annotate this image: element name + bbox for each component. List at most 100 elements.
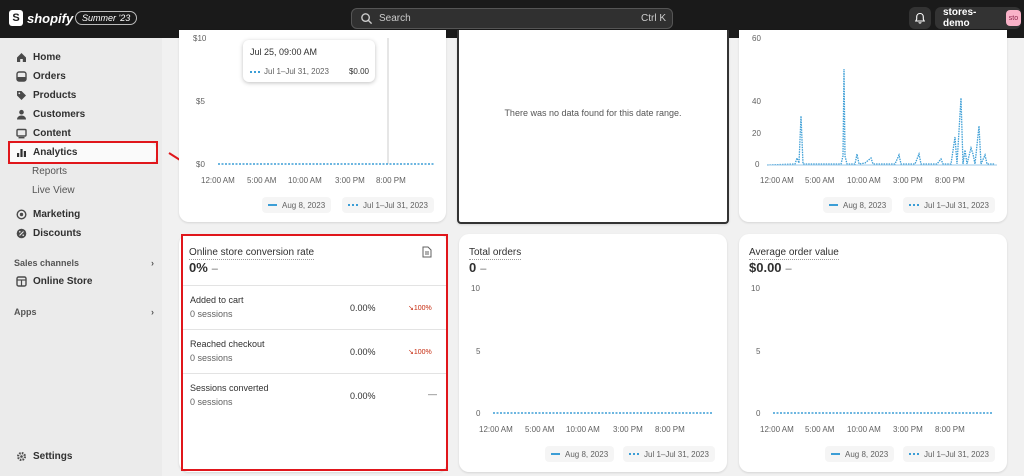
legend-label: Aug 8, 2023 [565,449,609,459]
search-placeholder: Search [379,13,411,24]
x-tick: 3:00 PM [613,425,643,434]
x-tick: 3:00 PM [335,176,365,185]
sidebar-item-label: Settings [33,451,73,462]
y-tick: 5 [476,347,481,356]
sessions-chart-plot [766,68,997,166]
chart-tooltip: Jul 25, 09:00 AM Jul 1–Jul 31, 2023 $0.0… [243,40,375,82]
y-tick: $0 [196,160,205,169]
sidebar-item-label: Orders [33,71,66,82]
aov-chart-plot [773,412,993,414]
chevron-right-icon: › [151,307,154,317]
chevron-right-icon: › [151,258,154,268]
sidebar-subitem-label: Reports [32,166,68,177]
no-data-message: There was no data found for this date ra… [504,108,682,118]
legend-current[interactable]: Aug 8, 2023 [545,446,615,462]
orders-value: 0– [469,260,486,275]
tooltip-value: $0.00 [348,67,369,76]
x-tick: 10:00 AM [847,176,881,185]
sidebar-item-label: Content [33,128,71,139]
x-tick: 3:00 PM [893,176,923,185]
person-icon [15,109,27,121]
sales-channels-label: Sales channels [14,258,80,268]
sidebar-item-label: Online Store [33,276,93,287]
legend-label: Jul 1–Jul 31, 2023 [644,449,709,459]
x-tick: 5:00 AM [525,425,555,434]
x-tick: 5:00 AM [247,176,277,185]
x-tick: 12:00 AM [201,176,235,185]
dotted-line-icon [909,453,919,455]
sidebar-subitem-live-view[interactable]: Live View [8,181,156,200]
y-tick: 40 [752,97,761,106]
sidebar-item-discounts[interactable]: Discounts [8,224,156,243]
brand-name: shopify [27,10,74,26]
sidebar-item-marketing[interactable]: Marketing [8,205,156,224]
legend-current[interactable]: Aug 8, 2023 [823,197,893,213]
legend-previous[interactable]: Jul 1–Jul 31, 2023 [903,446,995,462]
y-tick: $5 [196,97,205,106]
sidebar-item-label: Marketing [33,209,81,220]
legend-previous[interactable]: Jul 1–Jul 31, 2023 [342,197,434,213]
orders-title[interactable]: Total orders [469,247,522,260]
y-tick: 20 [752,129,761,138]
store-menu-button[interactable]: stores-demo sto [935,7,1021,29]
x-tick: 8:00 PM [376,176,406,185]
sidebar-item-label: Discounts [33,228,82,239]
legend-previous[interactable]: Jul 1–Jul 31, 2023 [623,446,715,462]
solid-line-icon [831,453,840,455]
apps-header[interactable]: Apps › [14,307,154,317]
sales-channels-header[interactable]: Sales channels › [14,258,154,268]
x-tick: 12:00 AM [760,176,794,185]
search-shortcut: Ctrl K [641,13,666,24]
legend-label: Aug 8, 2023 [845,449,889,459]
x-tick: 5:00 AM [805,176,835,185]
shopify-bag-icon: S [9,10,23,26]
sidebar-item-label: Home [33,52,61,63]
apps-label: Apps [14,307,37,317]
tooltip-series: Jul 1–Jul 31, 2023 [250,67,329,76]
x-tick: 5:00 AM [805,425,835,434]
analytics-highlight-box [8,141,158,164]
legend-previous[interactable]: Jul 1–Jul 31, 2023 [903,197,995,213]
y-tick: $10 [193,34,207,43]
orders-chart-plot [493,412,713,414]
sidebar-subitem-reports[interactable]: Reports [8,162,156,181]
sidebar-item-settings[interactable]: Settings [8,447,156,466]
legend-current[interactable]: Aug 8, 2023 [825,446,895,462]
solid-line-icon [268,204,277,206]
legend-label: Jul 1–Jul 31, 2023 [924,449,989,459]
conversion-highlight-box [181,234,448,471]
legend-current[interactable]: Aug 8, 2023 [262,197,332,213]
comparison-dash: – [785,263,792,275]
search-icon [361,13,373,25]
sidebar-item-label: Products [33,90,77,101]
dotted-line-icon [348,204,358,206]
y-tick: 0 [476,409,481,418]
shopify-logo[interactable]: S shopify [9,10,73,26]
x-tick: 8:00 PM [935,425,965,434]
legend-label: Aug 8, 2023 [843,200,887,210]
sidebar-item-customers[interactable]: Customers [8,105,156,124]
comparison-dash: – [480,263,487,275]
sidebar-item-online-store[interactable]: Online Store [8,272,156,291]
search-bar[interactable]: Search Ctrl K [351,8,673,29]
sidebar-item-home[interactable]: Home [8,48,156,67]
edition-badge: Summer '23 [75,11,138,25]
x-tick: 12:00 AM [479,425,513,434]
y-tick: 60 [752,34,761,43]
dotted-line-icon [629,453,639,455]
value-text: 0 [469,260,477,275]
store-icon [15,276,27,288]
store-name: stores-demo [943,7,977,29]
x-tick: 8:00 PM [935,176,965,185]
sidebar-item-orders[interactable]: Orders [8,67,156,86]
tooltip-title: Jul 25, 09:00 AM [250,47,318,57]
discount-icon [15,228,27,240]
sidebar-item-products[interactable]: Products [8,86,156,105]
legend-label: Jul 1–Jul 31, 2023 [924,200,989,210]
notifications-button[interactable] [909,7,931,29]
x-tick: 8:00 PM [655,425,685,434]
tooltip-series-label: Jul 1–Jul 31, 2023 [264,67,329,76]
solid-line-icon [829,204,838,206]
aov-title[interactable]: Average order value [749,247,839,260]
x-tick: 12:00 AM [760,425,794,434]
